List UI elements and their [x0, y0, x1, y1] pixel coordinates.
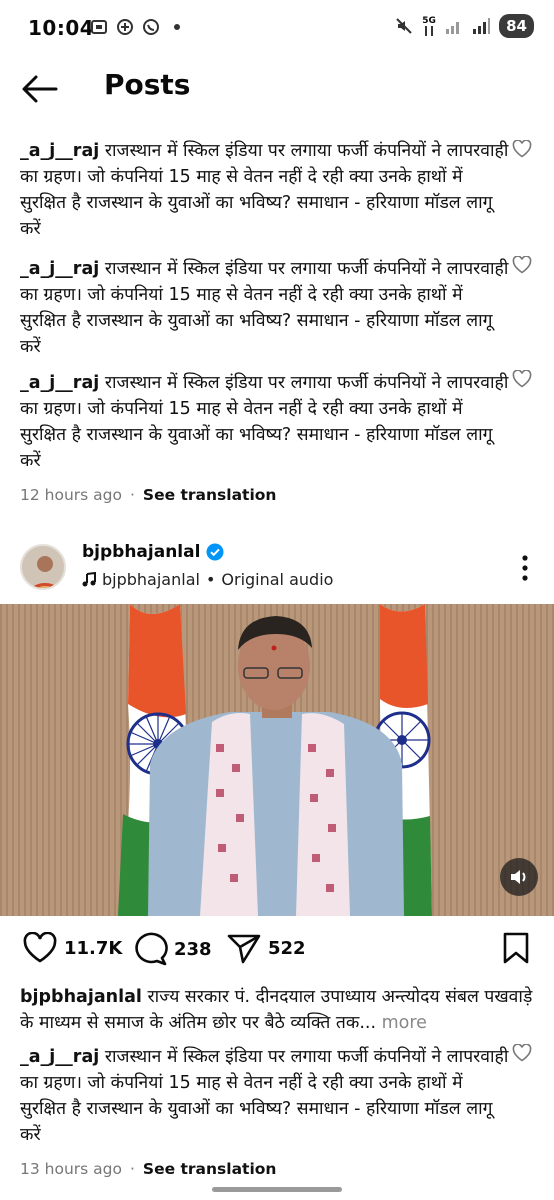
signal-icon-2 — [473, 18, 491, 34]
more-options-button[interactable] — [520, 554, 530, 582]
notification-icons — [90, 18, 180, 36]
gesture-nav-bar[interactable] — [212, 1187, 342, 1192]
comment-item: _a_j__raj राजस्थान में स्किल इंडिया पर ल… — [20, 138, 514, 242]
comment-button[interactable]: 238 — [132, 932, 212, 966]
chat-add-icon — [117, 19, 133, 35]
heart-icon[interactable] — [512, 140, 532, 158]
like-button[interactable]: 11.7K — [22, 932, 122, 964]
status-time: 10:04 — [28, 16, 95, 40]
speaker-muted-icon — [511, 870, 526, 884]
save-button[interactable] — [502, 932, 530, 968]
like-count: 11.7K — [64, 937, 123, 959]
caption-more-link[interactable]: more — [382, 1013, 427, 1033]
page-title: Posts — [104, 68, 191, 101]
separator: · — [129, 1160, 135, 1178]
caption-username[interactable]: bjpbhajanlal — [20, 987, 142, 1007]
verified-badge-icon — [206, 543, 224, 561]
post-caption: bjpbhajanlal राज्य सरकार पं. दीनदयाल उपा… — [20, 984, 540, 1036]
timestamp: 12 hours ago — [20, 486, 122, 504]
comment-item: _a_j__raj राजस्थान में स्किल इंडिया पर ल… — [20, 256, 514, 360]
post-username[interactable]: bjpbhajanlal — [82, 542, 224, 562]
bookmark-icon — [503, 932, 529, 964]
network-label: 5G — [422, 15, 436, 26]
heart-icon[interactable] — [512, 1044, 532, 1062]
video-player[interactable] — [0, 604, 554, 916]
status-bar: 10:04 5G 84 — [0, 0, 554, 58]
whatsapp-icon — [143, 19, 159, 35]
more-notifications-dot — [174, 24, 180, 30]
send-icon — [227, 934, 261, 964]
audio-separator: • — [205, 570, 216, 589]
heart-icon — [23, 932, 57, 963]
arrow-left-icon — [22, 75, 58, 103]
battery-badge: 84 — [499, 14, 534, 38]
see-translation-link[interactable]: See translation — [143, 486, 277, 504]
network-icon: 5G — [422, 15, 436, 36]
comment-username[interactable]: _a_j__raj — [20, 373, 99, 393]
comment-username[interactable]: _a_j__raj — [20, 259, 99, 279]
header: Posts — [0, 58, 554, 120]
more-vertical-icon — [522, 555, 528, 581]
signal-icon — [446, 22, 460, 34]
avatar[interactable] — [20, 544, 66, 590]
see-translation-link[interactable]: See translation — [143, 1160, 277, 1178]
mute-toggle-button[interactable] — [500, 858, 538, 896]
comment-bubble-icon — [135, 932, 168, 966]
music-note-icon — [82, 571, 96, 586]
comment-item: _a_j__raj राजस्थान में स्किल इंडिया पर ल… — [20, 1044, 514, 1148]
post-header: bjpbhajanlal bjpbhajanlal • Original aud… — [0, 540, 554, 600]
audio-info[interactable]: bjpbhajanlal • Original audio — [82, 570, 333, 589]
heart-icon[interactable] — [512, 370, 532, 388]
screenshot-icon — [91, 20, 107, 34]
mute-icon — [396, 18, 412, 34]
audio-username: bjpbhajanlal — [102, 570, 200, 589]
username-text: bjpbhajanlal — [82, 542, 201, 562]
audio-label: Original audio — [221, 570, 334, 589]
back-button[interactable] — [20, 72, 60, 106]
comment-username[interactable]: _a_j__raj — [20, 1047, 99, 1067]
separator: · — [129, 486, 135, 504]
post-actions: 11.7K 238 522 — [0, 926, 554, 976]
share-count: 522 — [268, 937, 306, 959]
share-button[interactable]: 522 — [226, 932, 306, 964]
post-meta: 12 hours ago · See translation — [20, 486, 276, 504]
video-frame — [0, 604, 554, 916]
comment-item: _a_j__raj राजस्थान में स्किल इंडिया पर ल… — [20, 370, 514, 474]
heart-icon[interactable] — [512, 256, 532, 274]
post-meta: 13 hours ago · See translation — [20, 1160, 276, 1178]
timestamp: 13 hours ago — [20, 1160, 122, 1178]
comment-count: 238 — [174, 938, 212, 960]
system-indicators: 5G 84 — [395, 14, 534, 38]
comment-username[interactable]: _a_j__raj — [20, 141, 99, 161]
